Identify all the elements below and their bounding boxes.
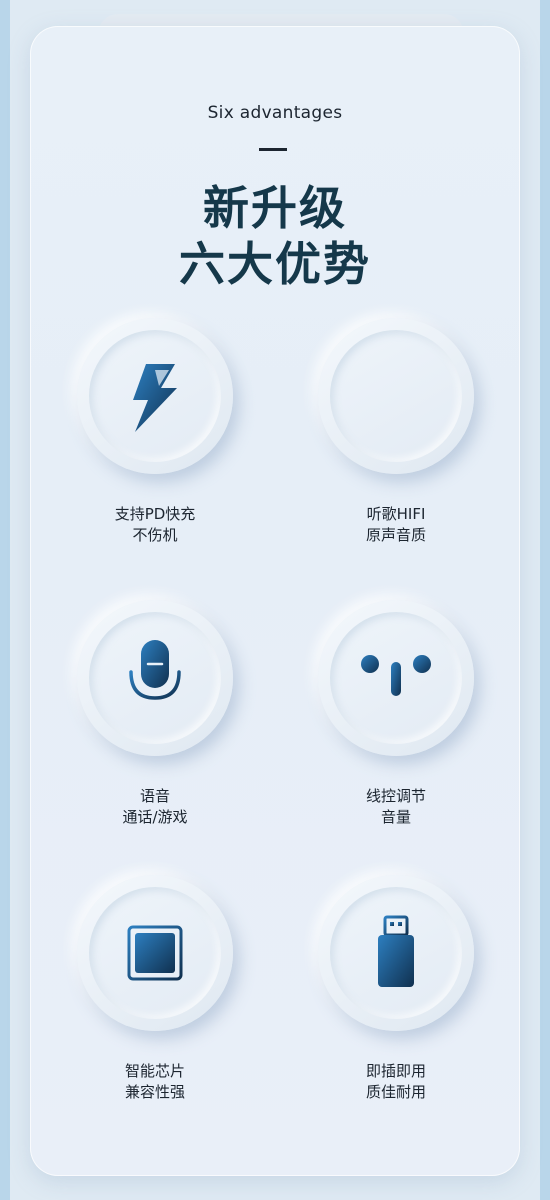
feature-label-line2: 质佳耐用: [365, 1083, 426, 1101]
icon-circle: [318, 600, 474, 756]
feature-label-line2: 原声音质: [365, 526, 426, 544]
feature-label-line1: 即插即用: [365, 1062, 426, 1080]
feature-label-line2: 音量: [380, 808, 411, 826]
title-divider: [259, 148, 287, 151]
title-line-2: 六大优势: [179, 237, 371, 291]
feature-label-line1: 智能芯片: [124, 1062, 185, 1080]
feature-label-line2: 通话/游戏: [122, 808, 188, 826]
feature-label-line1: 语音: [139, 787, 170, 805]
feature-label-line1: 支持PD快充: [114, 505, 196, 523]
lightning-icon: [133, 364, 177, 432]
chip-icon: [117, 915, 193, 991]
feature-inline-control: 线控调节 音量: [296, 600, 496, 860]
feature-label-line2: 兼容性强: [124, 1083, 185, 1101]
usb-drive-icon: [378, 915, 414, 987]
feature-smart-chip: 智能芯片 兼容性强: [55, 875, 255, 1135]
subtitle: Six advantages: [207, 103, 343, 123]
icon-circle: [77, 318, 233, 474]
feature-plug-and-play: 即插即用 质佳耐用: [296, 875, 496, 1135]
feature-label-line1: 听歌HIFI: [366, 505, 426, 523]
feature-fast-charge: 支持PD快充 不伤机: [55, 318, 255, 578]
earphones-icon: [361, 638, 431, 716]
feature-voice: 语音 通话/游戏: [55, 600, 255, 860]
icon-circle: [77, 875, 233, 1031]
icon-circle: [77, 600, 233, 756]
feature-hifi: 听歌HIFI 原声音质: [296, 318, 496, 578]
microphone-icon: [129, 640, 181, 716]
icon-circle: [318, 875, 474, 1031]
icon-circle: [318, 318, 474, 474]
sound-wave-icon: [364, 362, 428, 430]
feature-label-line2: 不伤机: [132, 526, 178, 544]
feature-label-line1: 线控调节: [365, 787, 426, 805]
